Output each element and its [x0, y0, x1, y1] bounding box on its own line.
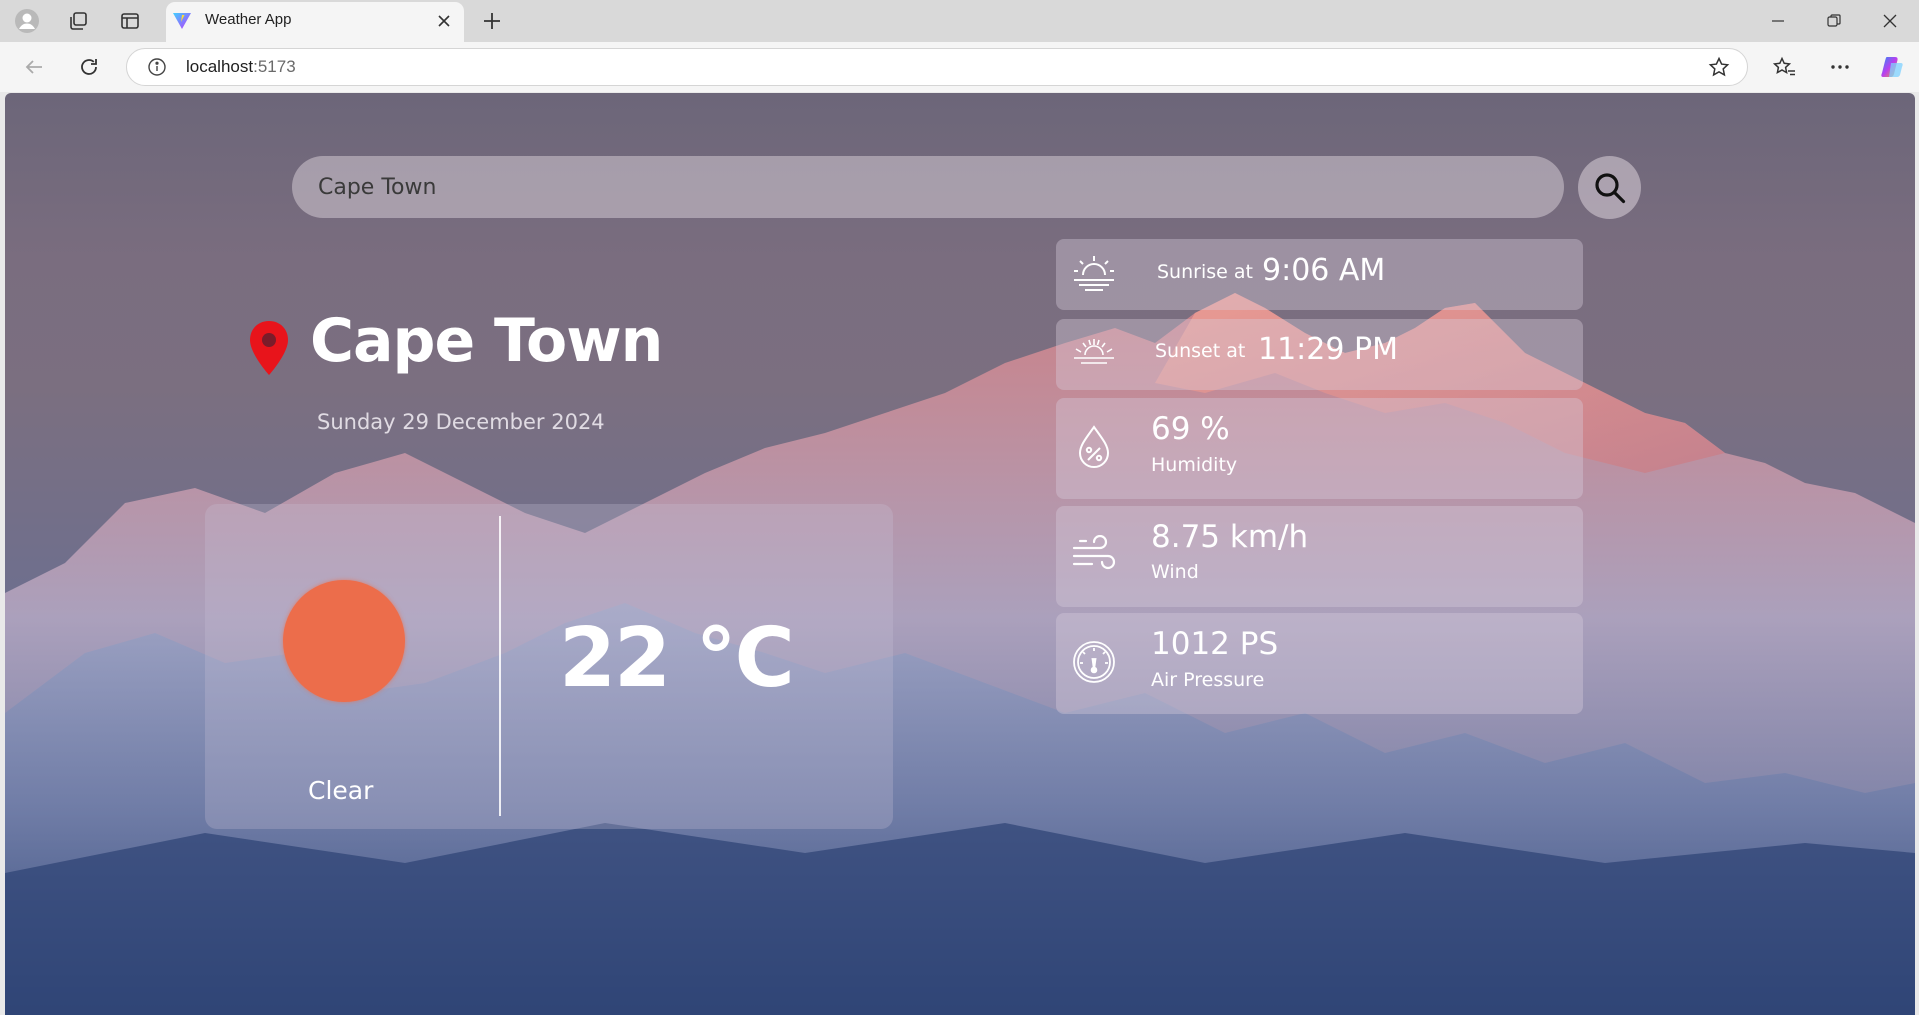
url-text[interactable]: localhost:5173: [186, 57, 296, 77]
city-search-input[interactable]: [292, 156, 1564, 218]
sunset-label: Sunset at: [1155, 340, 1246, 362]
new-tab-icon[interactable]: [478, 7, 506, 39]
temperature: 22 °C: [559, 611, 795, 706]
sunrise-icon: [1071, 253, 1117, 293]
favorite-star-icon[interactable]: [1705, 53, 1733, 81]
vite-logo-icon: [172, 11, 192, 31]
current-date: Sunday 29 December 2024: [317, 410, 605, 434]
humidity-value: 69 %: [1151, 411, 1230, 447]
air-pressure-value: 1012 PS: [1151, 626, 1279, 662]
map-pin-icon: [247, 319, 291, 381]
sunrise-time: 9:06 AM: [1262, 253, 1386, 288]
search-button[interactable]: [1578, 156, 1641, 219]
close-window-icon[interactable]: [1870, 7, 1910, 35]
url-field[interactable]: [126, 48, 1748, 86]
gauge-icon: [1071, 639, 1117, 685]
weather-app-page: Cape Town Sunday 29 December 2024 Clear …: [5, 93, 1915, 1015]
sunrise-label: Sunrise at: [1157, 261, 1253, 283]
profile-icon[interactable]: [13, 7, 41, 35]
copilot-icon[interactable]: [1878, 53, 1906, 81]
tab-title: Weather App: [205, 11, 292, 28]
weather-condition: Clear: [308, 776, 374, 805]
city-name: Cape Town: [310, 306, 663, 376]
close-tab-icon[interactable]: [432, 9, 456, 37]
search-icon: [1593, 171, 1627, 205]
sunset-time: 11:29 PM: [1258, 332, 1398, 367]
favorites-icon[interactable]: [1771, 53, 1799, 81]
url-port: :5173: [253, 57, 296, 76]
wind-card: [1056, 506, 1583, 607]
minimize-icon[interactable]: [1758, 7, 1798, 35]
humidity-label: Humidity: [1151, 454, 1238, 476]
card-divider: [499, 516, 501, 816]
reload-icon[interactable]: [75, 53, 103, 81]
more-menu-icon[interactable]: [1826, 53, 1854, 81]
restore-icon[interactable]: [1814, 7, 1854, 35]
workspaces-icon[interactable]: [64, 7, 92, 35]
url-host: localhost: [186, 57, 254, 76]
air-pressure-label: Air Pressure: [1151, 669, 1265, 691]
tab-actions-icon[interactable]: [116, 7, 144, 35]
back-arrow-icon[interactable]: [20, 53, 48, 81]
air-pressure-card: [1056, 613, 1583, 714]
wind-label: Wind: [1151, 561, 1199, 583]
wind-value: 8.75 km/h: [1151, 519, 1309, 555]
clear-sun-icon: [283, 580, 405, 702]
wind-icon: [1071, 535, 1117, 577]
sunset-icon: [1071, 336, 1117, 366]
humidity-drop-icon: [1074, 424, 1114, 470]
site-info-icon[interactable]: [147, 57, 167, 81]
humidity-card: [1056, 398, 1583, 499]
